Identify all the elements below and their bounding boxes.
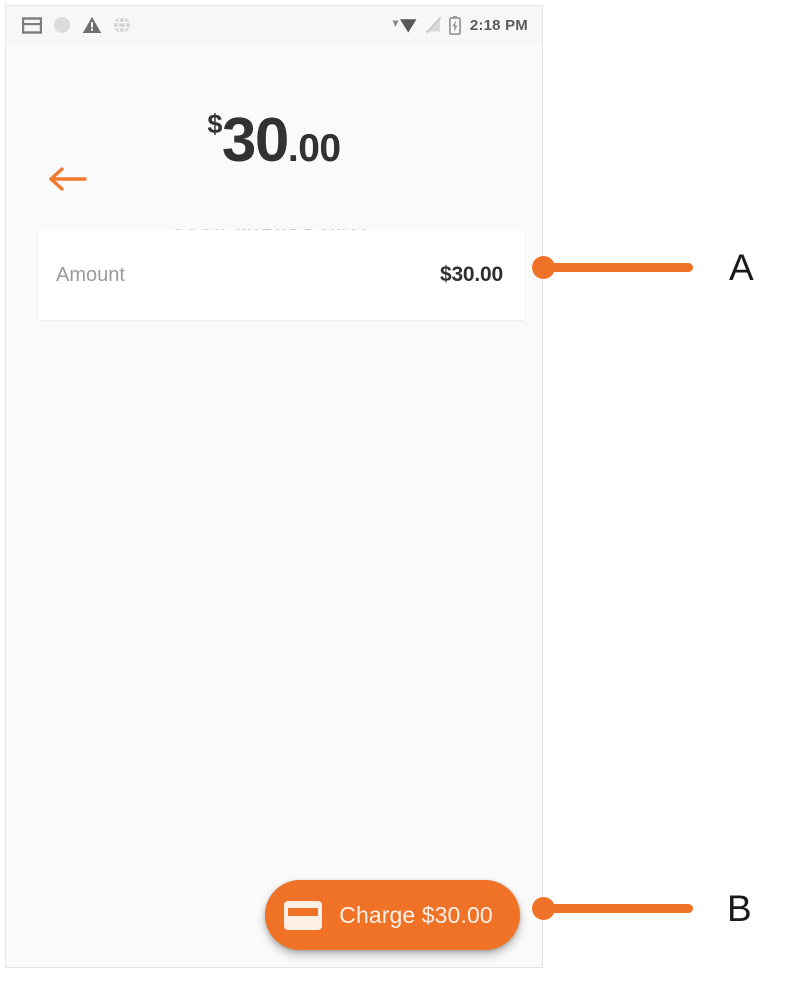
- amount-header: $30.00 CASH WITHDRAWAL: [6, 44, 542, 242]
- amount-cents-part: .00: [287, 127, 341, 170]
- card-reader-icon: [22, 16, 42, 34]
- status-bar: 2:18 PM: [6, 6, 542, 44]
- phone-screen: 2:18 PM $30.00 CASH WITHDRAWAL Amount $3…: [5, 5, 543, 968]
- callout-b-label: B: [727, 888, 752, 929]
- sync-globe-icon: [113, 16, 131, 34]
- no-signal-icon: [425, 16, 442, 34]
- warning-triangle-icon: [82, 16, 102, 34]
- circle-icon: [53, 16, 71, 34]
- amount-card: Amount $30.00: [38, 230, 525, 320]
- status-bar-clock: 2:18 PM: [469, 16, 528, 34]
- charge-button[interactable]: Charge $30.00: [265, 880, 520, 950]
- amount-row[interactable]: Amount $30.00: [38, 230, 525, 320]
- callout-a-line: [549, 263, 693, 272]
- callout-a-label: A: [729, 247, 754, 288]
- charge-button-label: Charge $30.00: [339, 901, 493, 928]
- amount-row-label: Amount: [56, 263, 125, 286]
- amount-currency-symbol: $: [207, 109, 222, 139]
- callout-b-line: [549, 904, 693, 913]
- status-bar-left-icons: [22, 16, 131, 34]
- status-bar-right-icons: 2:18 PM: [390, 15, 528, 35]
- battery-charging-icon: [448, 15, 461, 35]
- amount-row-value: $30.00: [439, 263, 503, 286]
- amount-display: $30.00: [6, 110, 542, 172]
- wifi-icon: [390, 16, 418, 34]
- credit-card-icon: [284, 900, 323, 930]
- amount-whole-part: 30: [221, 106, 289, 175]
